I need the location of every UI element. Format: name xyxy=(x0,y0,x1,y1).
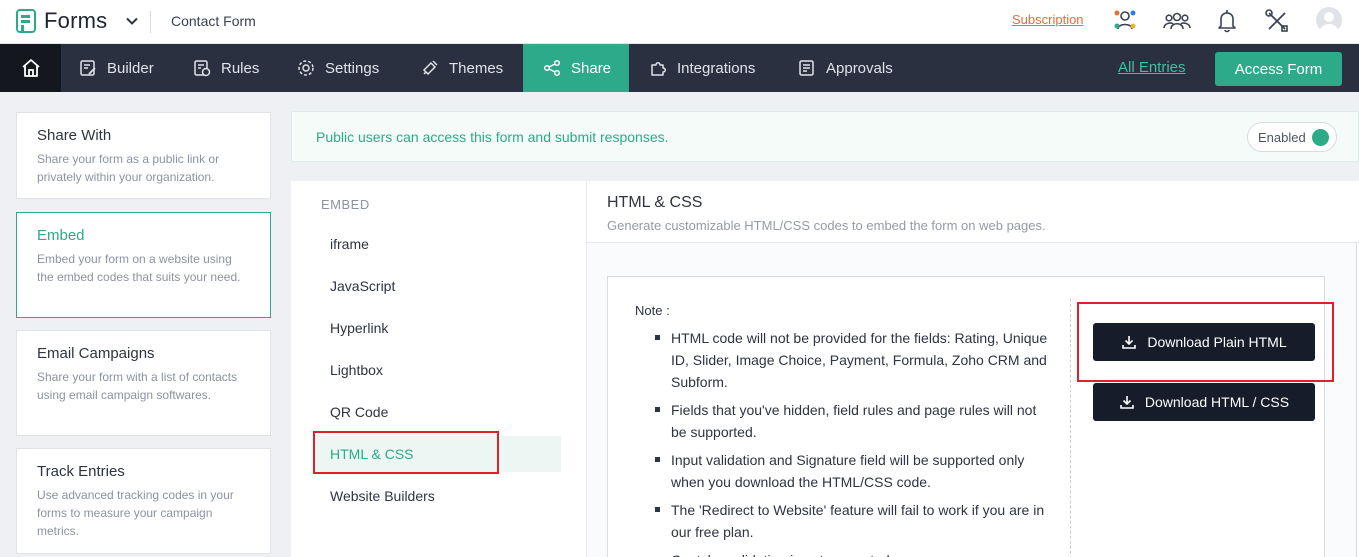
embed-item-website-builders[interactable]: Website Builders xyxy=(313,478,561,514)
email-campaigns-card[interactable]: Email Campaigns Share your form with a l… xyxy=(16,330,271,436)
panel-subtitle: Generate customizable HTML/CSS codes to … xyxy=(607,218,1046,233)
embed-item-javascript[interactable]: JavaScript xyxy=(313,268,561,304)
nav-share[interactable]: Share xyxy=(523,44,629,92)
top-bar: Forms Contact Form Subscription xyxy=(0,0,1359,44)
embed-item-lightbox[interactable]: Lightbox xyxy=(313,352,561,388)
nav-approvals[interactable]: Approvals xyxy=(798,44,893,92)
toggle-label: Enabled xyxy=(1258,129,1306,145)
forms-logo-icon xyxy=(16,9,36,33)
embed-card[interactable]: Embed Embed your form on a website using… xyxy=(16,212,271,318)
all-entries-link[interactable]: All Entries xyxy=(1118,59,1186,76)
brush-icon xyxy=(422,60,438,76)
home-button[interactable] xyxy=(0,44,61,92)
track-entries-card[interactable]: Track Entries Use advanced tracking code… xyxy=(16,448,271,554)
app-name: Forms xyxy=(44,8,108,33)
embed-item-qr-code[interactable]: QR Code xyxy=(313,394,561,430)
banner-text: Public users can access this form and su… xyxy=(316,129,669,145)
note-item: Input validation and Signature field wil… xyxy=(653,449,1048,493)
toggle-knob xyxy=(1312,129,1329,146)
html-css-panel: HTML & CSS Generate customizable HTML/CS… xyxy=(587,181,1359,557)
card-title: Embed xyxy=(37,227,85,244)
builder-icon xyxy=(80,60,96,76)
dashed-divider xyxy=(1070,299,1071,557)
approvals-icon xyxy=(799,60,814,76)
card-title: Track Entries xyxy=(37,463,125,480)
public-access-banner: Public users can access this form and su… xyxy=(291,111,1359,162)
org-user-icon[interactable] xyxy=(1111,7,1139,35)
users-icon[interactable] xyxy=(1163,7,1191,35)
nav-integrations-label: Integrations xyxy=(677,59,756,77)
embed-item-hyperlink[interactable]: Hyperlink xyxy=(313,310,561,346)
note-title: Note : xyxy=(635,303,670,318)
nav-builder-label: Builder xyxy=(107,59,154,77)
divider xyxy=(150,11,151,33)
chevron-down-icon[interactable] xyxy=(124,13,140,29)
access-form-button[interactable]: Access Form xyxy=(1215,52,1342,86)
download-html-css-label: Download HTML / CSS xyxy=(1144,394,1290,410)
card-title: Email Campaigns xyxy=(37,345,155,362)
share-icon xyxy=(543,59,561,77)
nav-themes-label: Themes xyxy=(449,59,504,77)
panel-body: Note : HTML code will not be provided fo… xyxy=(587,243,1357,557)
share-with-card[interactable]: Share With Share your form as a public l… xyxy=(16,112,271,199)
note-item: Fields that you've hidden, field rules a… xyxy=(653,399,1048,443)
nav-themes[interactable]: Themes xyxy=(421,44,503,92)
puzzle-icon xyxy=(651,62,666,76)
note-item: Captcha validation is not supported. xyxy=(653,549,1048,557)
nav-rules-label: Rules xyxy=(221,59,260,77)
nav-approvals-label: Approvals xyxy=(826,59,893,77)
nav-rules[interactable]: Rules xyxy=(193,44,259,92)
note-box: Note : HTML code will not be provided fo… xyxy=(607,276,1325,557)
enabled-toggle[interactable]: Enabled xyxy=(1247,122,1337,152)
nav-integrations[interactable]: Integrations xyxy=(649,44,755,92)
card-description: Embed your form on a website using the e… xyxy=(37,252,241,284)
nav-share-label: Share xyxy=(571,59,612,77)
download-plain-html-button[interactable]: Download Plain HTML xyxy=(1093,323,1315,361)
download-icon xyxy=(1120,396,1134,409)
card-description: Share your form with a list of contacts … xyxy=(37,370,238,402)
embed-heading: EMBED xyxy=(321,197,370,212)
download-icon xyxy=(1122,336,1137,349)
nav-settings[interactable]: Settings xyxy=(297,44,379,92)
card-title: Share With xyxy=(37,127,112,144)
card-description: Use advanced tracking codes in your form… xyxy=(37,488,234,538)
panel-header: HTML & CSS Generate customizable HTML/CS… xyxy=(587,181,1359,243)
form-name: Contact Form xyxy=(171,13,256,29)
card-description: Share your form as a public link or priv… xyxy=(37,152,220,184)
subscription-link[interactable]: Subscription xyxy=(1012,12,1084,27)
rules-icon xyxy=(194,60,211,77)
download-plain-html-label: Download Plain HTML xyxy=(1147,334,1287,350)
embed-menu: EMBED iframe JavaScript Hyperlink Lightb… xyxy=(291,181,587,557)
main-nav: Builder Rules Settings Themes Share Inte… xyxy=(0,44,1359,92)
avatar-icon[interactable] xyxy=(1316,7,1342,33)
app-logo[interactable]: Forms xyxy=(16,8,107,34)
embed-item-html-css[interactable]: HTML & CSS xyxy=(313,436,561,472)
embed-item-iframe[interactable]: iframe xyxy=(313,226,561,262)
note-item: The 'Redirect to Website' feature will f… xyxy=(653,499,1048,543)
download-html-css-button[interactable]: Download HTML / CSS xyxy=(1093,383,1315,421)
bell-icon[interactable] xyxy=(1213,7,1241,35)
note-item: HTML code will not be provided for the f… xyxy=(653,327,1048,393)
gear-icon xyxy=(298,60,314,76)
tools-icon[interactable] xyxy=(1263,7,1291,35)
nav-builder[interactable]: Builder xyxy=(79,44,154,92)
panel-title: HTML & CSS xyxy=(607,194,703,211)
nav-settings-label: Settings xyxy=(325,59,380,77)
home-icon xyxy=(21,59,40,77)
note-list: HTML code will not be provided for the f… xyxy=(653,327,1048,557)
